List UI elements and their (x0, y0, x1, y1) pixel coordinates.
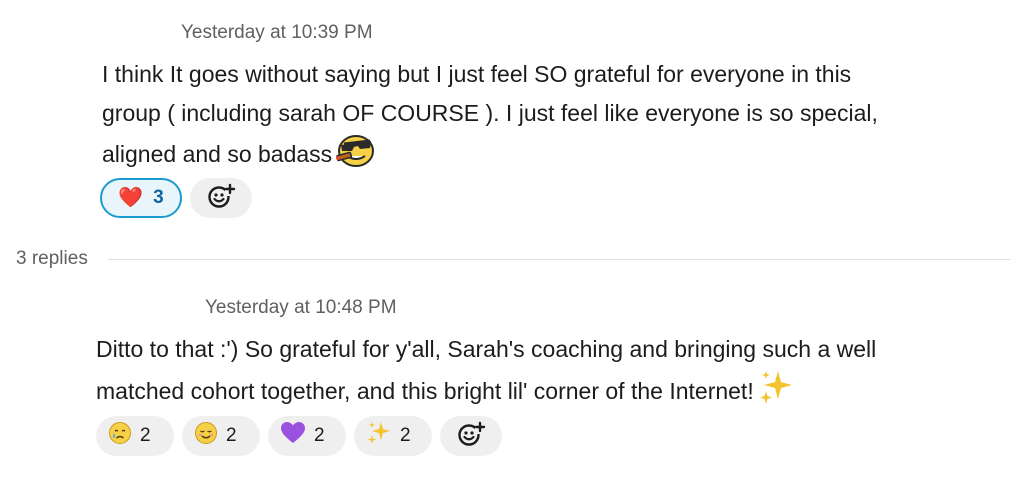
thread-view: Yesterday at 10:39 PM I think It goes wi… (0, 0, 1030, 482)
add-reaction-button[interactable] (190, 178, 252, 218)
relieved-smiling-face-icon (194, 421, 218, 451)
reaction-count: 2 (314, 425, 325, 446)
message-timestamp[interactable]: Yesterday at 10:48 PM (205, 297, 397, 318)
reaction-bar: 2 2 2 2 (96, 416, 502, 456)
reaction-count: 2 (226, 425, 237, 446)
reaction-pill-sparkles[interactable]: 2 (354, 416, 432, 456)
message-line-with-emoji: aligned and so badass (102, 132, 878, 180)
reaction-count: 2 (140, 425, 151, 446)
message-line: aligned and so badass (102, 141, 333, 167)
timestamp[interactable]: Yesterday at 10:39 PM (181, 22, 373, 44)
message-line: Ditto to that :') So grateful for y'all,… (96, 336, 877, 362)
message-body: Ditto to that :') So grateful for y'all,… (96, 330, 876, 416)
add-reaction-icon (456, 418, 486, 454)
sparkles-icon (758, 369, 794, 417)
timestamp[interactable]: Yesterday at 10:48 PM (205, 297, 397, 319)
message-line: matched cohort together, and this bright… (96, 377, 754, 404)
message-body: I think It goes without saying but I jus… (102, 55, 878, 180)
add-reaction-button[interactable] (440, 416, 502, 456)
sparkles-icon (366, 420, 392, 452)
crying-face-icon (108, 421, 132, 451)
reaction-count: 2 (400, 425, 411, 446)
reaction-pill-heart[interactable]: ❤️ 3 (100, 178, 182, 218)
replies-count: 3 replies (16, 248, 88, 269)
reaction-pill-relieved[interactable]: 2 (182, 416, 260, 456)
message-line: group ( including sarah OF COURSE ). I j… (102, 99, 878, 126)
message-line-with-emoji: matched cohort together, and this bright… (96, 369, 876, 417)
red-heart-icon: ❤️ (118, 187, 144, 209)
divider (107, 258, 1010, 260)
reaction-count: 3 (153, 187, 164, 208)
reaction-pill-crying[interactable]: 2 (96, 416, 174, 456)
add-reaction-icon (206, 180, 236, 216)
message-timestamp[interactable]: Yesterday at 10:39 PM (181, 22, 373, 43)
thread-replies-divider: 3 replies (16, 244, 1010, 274)
reaction-pill-purple-heart[interactable]: 2 (268, 416, 346, 456)
cool-cigar-face-emoji-icon (336, 132, 376, 180)
purple-heart-icon (280, 421, 306, 451)
message-line: I think It goes without saying but I jus… (102, 61, 852, 87)
reaction-bar: ❤️ 3 (100, 178, 252, 218)
